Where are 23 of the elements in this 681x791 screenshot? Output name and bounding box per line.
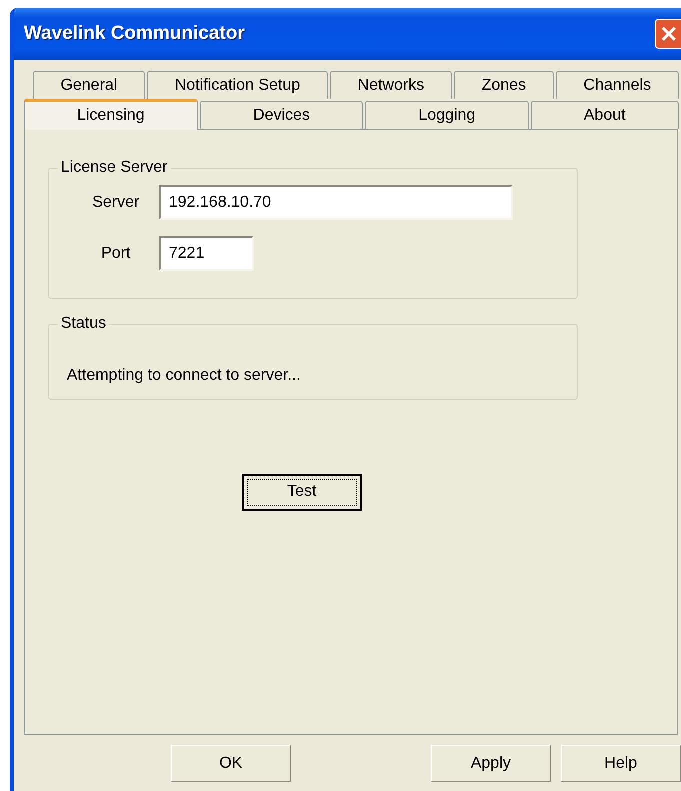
tab[interactable]: Notification Setup [147,71,328,99]
close-icon [660,26,676,42]
dialog-button[interactable]: Apply [431,745,551,782]
tab[interactable]: General [33,71,146,99]
tab[interactable]: Licensing [24,99,198,130]
text-field[interactable]: 7221 [159,236,254,271]
field-label: Port [100,244,132,262]
status-message: Attempting to connect to server... [67,367,301,385]
dialog-button[interactable]: OK [171,745,291,782]
tab[interactable]: Logging [365,101,529,129]
tab[interactable]: Channels [556,71,679,99]
tab[interactable]: Devices [200,101,364,129]
tab[interactable]: About [530,101,680,129]
dialog-button[interactable]: Help [561,745,681,782]
field-label: Server [91,194,141,212]
close-button[interactable] [655,19,681,49]
test-button[interactable]: Test [242,474,362,511]
group-title: License Server [60,159,169,177]
tab[interactable]: Networks [330,71,452,99]
window-title: Wavelink Communicator [24,23,246,45]
tab[interactable]: Zones [454,71,554,99]
text-field[interactable]: 192.168.10.70 [159,185,513,220]
group-title: Status [60,315,108,333]
